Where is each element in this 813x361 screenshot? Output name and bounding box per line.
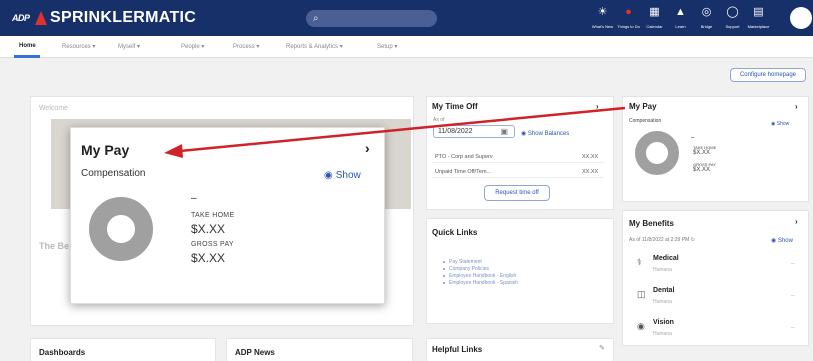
annotation-arrow (164, 106, 626, 158)
arrow-shaft (179, 106, 626, 153)
arrow-head (164, 144, 183, 158)
